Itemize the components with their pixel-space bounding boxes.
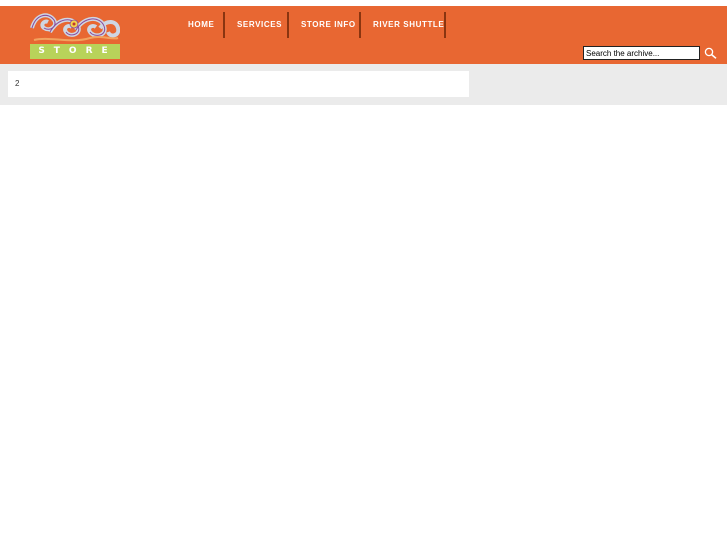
logo-store-label: STORE xyxy=(30,44,120,59)
nav-item-home[interactable]: HOME xyxy=(176,12,225,38)
content-card: 2 xyxy=(8,71,469,97)
site-header: STORE HOME SERVICES STORE INFO RIVER SHU… xyxy=(0,6,727,64)
site-logo[interactable]: STORE xyxy=(30,10,120,60)
content-text: 2 xyxy=(15,79,20,88)
nav-item-services[interactable]: SERVICES xyxy=(225,12,289,38)
main-nav: HOME SERVICES STORE INFO RIVER SHUTTLE xyxy=(176,12,446,39)
search-icon[interactable] xyxy=(704,47,717,59)
nav-item-river-shuttle[interactable]: RIVER SHUTTLE xyxy=(361,12,446,38)
search-input[interactable] xyxy=(583,46,700,60)
logo-artwork xyxy=(30,13,120,42)
nav-item-store-info[interactable]: STORE INFO xyxy=(289,12,361,38)
